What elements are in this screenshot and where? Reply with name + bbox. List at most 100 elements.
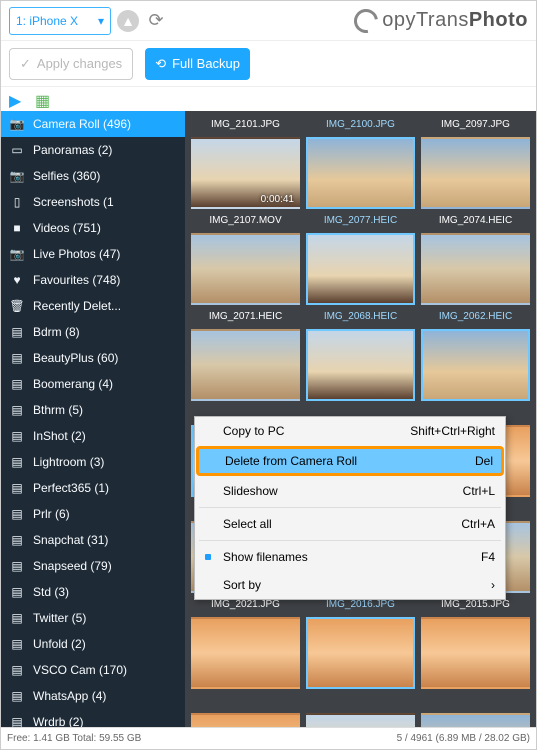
device-label: 1: iPhone X <box>16 14 78 28</box>
album-icon: ▤ <box>9 455 25 469</box>
thumbnail[interactable] <box>191 329 300 401</box>
context-menu-item[interactable]: Copy to PCShift+Ctrl+Right <box>195 417 505 445</box>
sidebar-item[interactable]: ▤BeautyPlus (60) <box>1 345 185 371</box>
eject-button[interactable]: ▲ <box>117 10 139 32</box>
thumb-filename: IMG_2097.JPG <box>421 117 530 133</box>
thumbnail[interactable] <box>306 137 415 209</box>
thumb-filename: IMG_2071.HEIC <box>191 309 300 325</box>
check-dot-icon <box>205 554 211 560</box>
sidebar-item-label: Bthrm (5) <box>33 403 83 417</box>
thumbnail[interactable] <box>191 617 300 689</box>
sidebar-item[interactable]: ▤Twitter (5) <box>1 605 185 631</box>
thumbnail[interactable] <box>421 617 530 689</box>
sidebar-item[interactable]: ▭Panoramas (2) <box>1 137 185 163</box>
thumbnail[interactable] <box>306 713 415 727</box>
context-menu-item[interactable]: Sort by› <box>195 571 505 599</box>
sidebar-item[interactable]: ■Videos (751) <box>1 215 185 241</box>
thumbnail[interactable] <box>306 329 415 401</box>
full-backup-button[interactable]: ⟲ Full Backup <box>145 48 250 80</box>
sidebar-item[interactable]: ▤Unfold (2) <box>1 631 185 657</box>
sidebar-item[interactable]: ▤Bdrm (8) <box>1 319 185 345</box>
camera-icon: 📷 <box>9 169 25 183</box>
sidebar-item[interactable]: 📷Selfies (360) <box>1 163 185 189</box>
thumbnail[interactable] <box>306 617 415 689</box>
thumb-filename: IMG_2101.JPG <box>191 117 300 133</box>
thumbnail[interactable] <box>421 329 530 401</box>
thumbnail[interactable] <box>421 137 530 209</box>
sidebar-item-label: Snapseed (79) <box>33 559 112 573</box>
sidebar-item-label: Screenshots (1 <box>33 195 114 209</box>
menu-item-shortcut: Del <box>475 454 493 468</box>
thumb-filename <box>306 693 415 709</box>
logo-icon <box>349 4 382 37</box>
list-view-tab[interactable]: ▦ <box>35 91 53 107</box>
sidebar-item[interactable]: 📷Live Photos (47) <box>1 241 185 267</box>
sidebar-item[interactable]: 📷Camera Roll (496) <box>1 111 185 137</box>
album-icon: ▤ <box>9 533 25 547</box>
sidebar-item-label: Snapchat (31) <box>33 533 108 547</box>
sidebar-item[interactable]: ▤ Lightroom (3) <box>1 449 185 475</box>
album-icon: ▤ <box>9 559 25 573</box>
refresh-button[interactable]: ⟳ <box>145 10 167 32</box>
thumbnail[interactable] <box>421 233 530 305</box>
backup-label: Full Backup <box>172 56 240 71</box>
thumbnail[interactable] <box>191 713 300 727</box>
album-icon: ▤ <box>9 429 25 443</box>
sidebar-item[interactable]: ▤ InShot (2) <box>1 423 185 449</box>
thumbnail[interactable] <box>306 233 415 305</box>
sidebar-item[interactable]: 🗑Recently Delet... <box>1 293 185 319</box>
sidebar-item-label: Perfect365 (1) <box>33 481 109 495</box>
menu-item-shortcut: Ctrl+A <box>461 517 495 531</box>
sidebar-item[interactable]: ▤VSCO Cam (170) <box>1 657 185 683</box>
sidebar-item[interactable]: ▯ Screenshots (1 <box>1 189 185 215</box>
thumbnail[interactable] <box>191 233 300 305</box>
context-menu[interactable]: Copy to PCShift+Ctrl+RightDelete from Ca… <box>194 416 506 600</box>
thumbnail[interactable]: 0:00:41 <box>191 137 300 209</box>
sidebar-item[interactable]: ▤ Snapseed (79) <box>1 553 185 579</box>
album-icon: ▤ <box>9 637 25 651</box>
panorama-icon: ▭ <box>9 143 25 157</box>
sidebar-item-label: InShot (2) <box>33 429 86 443</box>
sidebar-item[interactable]: ▤Perfect365 (1) <box>1 475 185 501</box>
status-left: Free: 1.41 GB Total: 59.55 GB <box>7 733 141 744</box>
album-icon: ▤ <box>9 325 25 339</box>
sidebar-item[interactable]: ▤Bthrm (5) <box>1 397 185 423</box>
sidebar-item[interactable]: ▤WhatsApp (4) <box>1 683 185 709</box>
brand-logo: opyTrans Photo <box>354 9 528 33</box>
album-sidebar[interactable]: 📷Camera Roll (496)▭Panoramas (2)📷Selfies… <box>1 111 185 727</box>
album-icon: ▤ <box>9 585 25 599</box>
context-menu-item[interactable]: Show filenamesF4 <box>195 543 505 571</box>
thumbnail[interactable]: 0:00:44 <box>421 713 530 727</box>
menu-item-label: Copy to PC <box>223 424 284 438</box>
sidebar-item[interactable]: ▤Wrdrb (2) <box>1 709 185 727</box>
brand-text-1: opyTrans <box>382 9 469 32</box>
sidebar-item[interactable]: ♥Favourites (748) <box>1 267 185 293</box>
view-switch: ▶ ▦ <box>1 87 536 111</box>
camera-icon: 📷 <box>9 247 25 261</box>
apply-changes-button[interactable]: ✓ Apply changes <box>9 48 133 80</box>
context-menu-item[interactable]: Delete from Camera RollDel <box>197 447 503 475</box>
context-menu-item[interactable]: Select allCtrl+A <box>195 510 505 538</box>
status-right: 5 / 4961 (6.89 MB / 28.02 GB) <box>397 733 530 744</box>
sidebar-item-label: Lightroom (3) <box>33 455 104 469</box>
sidebar-item-label: Prlr (6) <box>33 507 70 521</box>
sidebar-item-label: Camera Roll (496) <box>33 117 131 131</box>
thumb-filename: IMG_2074.HEIC <box>421 213 530 229</box>
grid-view-tab[interactable]: ▶ <box>9 91 27 107</box>
thumb-filename <box>421 693 530 709</box>
thumb-filename: IMG_2100.JPG <box>306 117 415 133</box>
thumb-filename <box>191 693 300 709</box>
album-icon: ▤ <box>9 715 25 727</box>
thumb-filename: IMG_2068.HEIC <box>306 309 415 325</box>
sidebar-item[interactable]: ▤Boomerang (4) <box>1 371 185 397</box>
menu-item-label: Slideshow <box>223 484 278 498</box>
sidebar-item[interactable]: ▤Std (3) <box>1 579 185 605</box>
phone-icon: ▯ <box>9 195 25 209</box>
video-duration: 0:00:41 <box>261 194 294 205</box>
sidebar-item-label: WhatsApp (4) <box>33 689 106 703</box>
device-selector[interactable]: 1: iPhone X ▾ <box>9 7 111 35</box>
sidebar-item[interactable]: ▤Prlr (6) <box>1 501 185 527</box>
menu-separator <box>199 540 501 541</box>
sidebar-item[interactable]: ▤ Snapchat (31) <box>1 527 185 553</box>
context-menu-item[interactable]: SlideshowCtrl+L <box>195 477 505 505</box>
